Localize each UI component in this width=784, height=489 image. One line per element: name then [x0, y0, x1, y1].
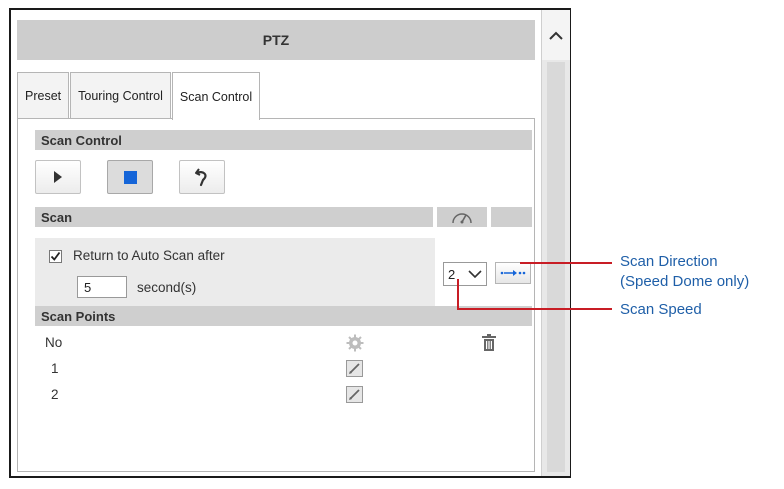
- scan-direction-button[interactable]: [495, 262, 531, 284]
- scan-control-header: Scan Control: [35, 130, 532, 150]
- callout-line-1: Scan Direction: [620, 253, 718, 270]
- tab-preset[interactable]: Preset: [17, 72, 70, 119]
- callout-line-2: (Speed Dome only): [620, 273, 750, 290]
- column-header-no: No: [45, 335, 63, 350]
- ptz-panel-content: PTZ Preset Touring Control Scan Control …: [11, 10, 541, 476]
- edit-icon: [346, 386, 363, 403]
- section-title: Scan: [41, 209, 73, 225]
- seconds-unit-label: second(s): [137, 280, 197, 295]
- ptz-panel: PTZ Preset Touring Control Scan Control …: [9, 8, 571, 478]
- stop-icon: [123, 170, 137, 184]
- direction-column-header: [491, 207, 532, 227]
- return-button[interactable]: [179, 160, 225, 194]
- chevron-up-icon: [549, 31, 563, 40]
- scan-point-number: 2: [51, 387, 59, 402]
- tab-bar: Preset Touring Control Scan Control: [17, 72, 261, 120]
- speedometer-icon: [452, 213, 472, 224]
- tab-scan-control[interactable]: Scan Control: [171, 72, 261, 120]
- tab-label: Touring Control: [78, 89, 163, 103]
- scan-header: Scan: [35, 207, 433, 227]
- tab-label: Preset: [25, 89, 62, 103]
- speed-column-header: [437, 207, 487, 227]
- settings-button[interactable]: [346, 334, 364, 357]
- checkmark-icon: [50, 251, 61, 261]
- panel-title: PTZ: [262, 32, 290, 48]
- scan-point-number: 1: [51, 361, 59, 376]
- speed-value: 2: [448, 266, 456, 282]
- scroll-thumb[interactable]: [547, 62, 565, 472]
- return-auto-scan-label: Return to Auto Scan after: [73, 248, 225, 263]
- section-title: Scan Points: [41, 308, 116, 324]
- speed-callout-line-vertical: [457, 279, 459, 309]
- seconds-value: 5: [84, 279, 92, 295]
- edit-icon: [346, 360, 363, 377]
- section-title: Scan Control: [41, 132, 122, 148]
- return-icon: [195, 168, 207, 187]
- seconds-input[interactable]: 5: [77, 276, 127, 298]
- gear-icon: [346, 334, 364, 352]
- scroll-up-button[interactable]: [542, 10, 570, 60]
- panel-title-bar: PTZ: [17, 20, 535, 60]
- trash-icon: [482, 334, 496, 351]
- direction-callout-line: [520, 262, 612, 264]
- edit-button[interactable]: [346, 360, 363, 382]
- return-auto-scan-checkbox[interactable]: [49, 250, 62, 263]
- delete-all-button[interactable]: [481, 334, 497, 357]
- return-auto-scan-group: Return to Auto Scan after 5 second(s): [35, 238, 435, 306]
- stop-button[interactable]: [107, 160, 153, 194]
- speed-callout-line-horizontal: [457, 308, 612, 310]
- vertical-scrollbar[interactable]: [541, 10, 570, 476]
- scan-direction-icon: [500, 270, 526, 276]
- edit-button[interactable]: [346, 386, 363, 408]
- tab-label: Scan Control: [179, 89, 253, 104]
- chevron-down-icon: [468, 270, 482, 278]
- scan-speed-callout: Scan Speed: [620, 301, 702, 318]
- scan-speed-select[interactable]: 2: [443, 262, 487, 286]
- scan-direction-callout: Scan Direction (Speed Dome only): [620, 252, 749, 292]
- play-icon: [54, 171, 62, 183]
- play-button[interactable]: [35, 160, 81, 194]
- tab-touring-control[interactable]: Touring Control: [70, 72, 171, 119]
